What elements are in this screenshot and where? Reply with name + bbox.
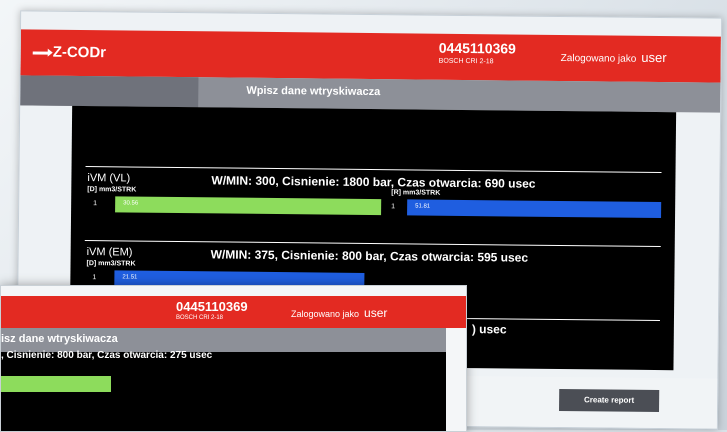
inset-screenshot: 0445110369 BOSCH CRI 2-18 Zalogowano jak…	[0, 285, 467, 432]
app-logo[interactable]: Z-CODr	[32, 43, 107, 62]
inset-bar-d	[1, 376, 111, 392]
inset-part-variant: BOSCH CRI 2-18	[176, 315, 224, 321]
bar-d-value: 21.51	[122, 274, 138, 281]
create-report-button[interactable]: Create report	[559, 389, 660, 413]
bar-d-value: 30.56	[123, 200, 139, 207]
unit-d-label: [D] mm3/STRK	[86, 260, 136, 268]
user-name[interactable]: user	[641, 50, 666, 65]
subheader-title: Wpisz dane wtryskiwacza	[246, 84, 381, 99]
unit-r-label: [R] mm3/STRK	[391, 189, 441, 197]
app-logo-text: Z-CODr	[52, 43, 107, 62]
inset-login-label: Zalogowano jako	[291, 309, 360, 319]
login-label: Zalogowano jako	[560, 52, 637, 65]
section-info-tail: ) usec	[471, 322, 507, 337]
section-divider	[85, 166, 662, 174]
section-name: iVM (VL)	[87, 172, 131, 185]
inset-results-panel: , Cisnienie: 800 bar, Czas otwarcia: 275…	[1, 350, 446, 431]
part-number: 0445110369	[438, 39, 516, 57]
inset-header: 0445110369 BOSCH CRI 2-18 Zalogowano jak…	[1, 296, 466, 328]
inset-subheader-title: isz dane wtryskiwacza	[1, 333, 118, 345]
section-name: iVM (EM)	[86, 246, 133, 259]
inset-user-name[interactable]: user	[364, 306, 387, 320]
inset-section-info: , Cisnienie: 800 bar, Czas otwarcia: 275…	[1, 350, 213, 361]
inset-login-status: Zalogowano jako user	[291, 306, 387, 320]
section-ivm-vl: iVM (VL) W/MIN: 300, Cisnienie: 1800 bar…	[85, 166, 662, 242]
cylinder-number: 1	[92, 274, 97, 282]
login-status: Zalogowano jako user	[561, 49, 667, 65]
bar-r: 51.81	[407, 199, 662, 219]
section-info: W/MIN: 300, Cisnienie: 1800 bar, Czas ot…	[211, 173, 536, 191]
arrow-icon	[32, 51, 49, 55]
cylinder-number-r: 1	[391, 203, 396, 211]
part-variant: BOSCH CRI 2-18	[438, 57, 494, 66]
section-info: W/MIN: 375, Cisnienie: 800 bar, Czas otw…	[210, 247, 529, 265]
inset-part-number: 0445110369	[176, 299, 248, 314]
bar-r-value: 51.81	[415, 203, 431, 210]
subheader-left-block	[20, 75, 199, 108]
app-header: Z-CODr 0445110369 BOSCH CRI 2-18 Zalogow…	[20, 29, 721, 83]
bar-d: 30.56	[115, 196, 382, 216]
inset-subheader: isz dane wtryskiwacza	[1, 328, 446, 352]
cylinder-number: 1	[93, 200, 98, 208]
unit-d-label: [D] mm3/STRK	[87, 186, 137, 194]
